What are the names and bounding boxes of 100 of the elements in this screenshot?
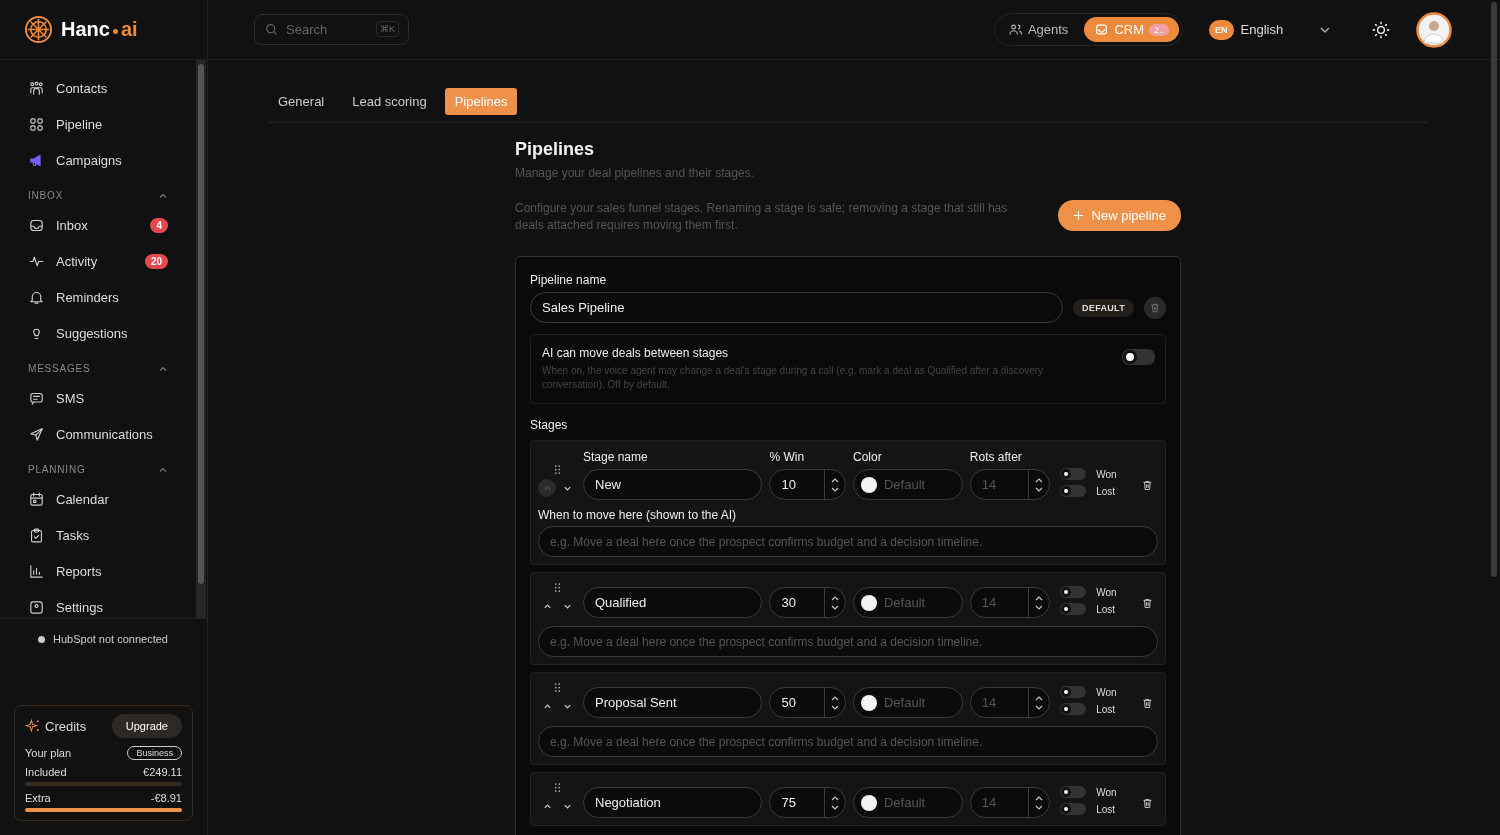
field-label: Pipeline name — [530, 273, 608, 287]
sidebar-item[interactable]: Suggestions — [20, 315, 196, 351]
search-icon — [265, 23, 278, 36]
status-dot — [38, 635, 45, 643]
credit-amount: -€8.91 — [150, 792, 182, 804]
won-toggle[interactable] — [1060, 686, 1087, 698]
section-heading: MESSAGES — [28, 363, 91, 374]
sidebar-item[interactable]: Inbox 4 — [20, 207, 196, 243]
count-badge: 4 — [150, 217, 168, 233]
logo-icon — [24, 15, 53, 44]
contacts-icon — [28, 79, 45, 97]
count-badge: 2.. — [1149, 23, 1169, 36]
toggle-label: Lost — [1096, 485, 1117, 497]
toggle-label: Lost — [1096, 603, 1117, 615]
delete-button[interactable] — [1144, 296, 1166, 319]
page-title: Pipelines — [515, 139, 596, 160]
sidebar-item[interactable]: Pipeline — [20, 106, 196, 142]
avatar[interactable] — [1416, 11, 1452, 48]
stage-name-field[interactable]: Negotiation — [583, 787, 763, 818]
lost-toggle[interactable] — [1060, 603, 1087, 615]
section-heading: PLANNING — [28, 464, 86, 475]
column-label: Rots after — [969, 450, 1023, 464]
lost-toggle[interactable] — [1060, 485, 1087, 497]
won-toggle[interactable] — [1060, 786, 1087, 798]
scrollbar[interactable] — [196, 60, 206, 618]
lost-toggle[interactable] — [1060, 803, 1087, 815]
stage-name-field[interactable]: Proposal Sent — [583, 687, 763, 718]
drag-handle-icon[interactable] — [553, 682, 561, 693]
criteria-field[interactable]: e.g. Move a deal here once the prospect confirms budget and a decision timeline. — [538, 726, 1158, 757]
credit-label: Included — [25, 766, 67, 778]
sidebar-item[interactable]: Communications — [20, 416, 196, 452]
win-percent-field[interactable]: 75 — [769, 787, 846, 818]
credits-title: Credits — [45, 718, 88, 734]
toggle-label: Lost — [1096, 703, 1117, 715]
theme-toggle-icon[interactable] — [1371, 19, 1391, 40]
criteria-field[interactable]: e.g. Move a deal here once the prospect confirms budget and a decision timeline. — [538, 626, 1158, 657]
column-label: % Win — [769, 450, 806, 464]
brand-name: Hanc ai — [61, 18, 138, 41]
won-toggle[interactable] — [1060, 468, 1087, 480]
default-badge: DEFAULT — [1073, 298, 1134, 317]
page-description: Configure your sales funnel stages. Renaming a stage is safe; removing a stage that still has deals attached requires moving them first. — [515, 200, 1009, 234]
sidebar-item[interactable]: Reports — [20, 553, 196, 589]
delete-icon[interactable] — [1141, 797, 1154, 810]
sidebar-item[interactable]: Reminders — [20, 279, 196, 315]
integration-status: HubSpot not connected — [53, 633, 168, 645]
sidebar-item[interactable]: Activity 20 — [20, 243, 196, 279]
delete-icon[interactable] — [1141, 697, 1154, 710]
stage-name-field[interactable]: Qualified — [583, 587, 763, 618]
win-percent-field[interactable]: 30 — [769, 587, 846, 618]
page-subtitle: Manage your deal pipelines and their stages. — [515, 166, 755, 180]
delete-icon[interactable] — [1141, 597, 1154, 610]
plus-icon — [1072, 210, 1084, 221]
sidebar-item[interactable]: Settings — [20, 589, 196, 618]
criteria-field[interactable]: e.g. Move a deal here once the prospect confirms budget and a decision timeline. — [538, 526, 1158, 557]
sparkle-icon — [25, 718, 41, 734]
column-label: Stage name — [583, 450, 649, 464]
plan-label: Your plan — [25, 747, 72, 759]
toggle-label: Won — [1096, 786, 1118, 798]
drag-handle-icon[interactable] — [553, 782, 561, 793]
sidebar-item[interactable]: Tasks — [20, 517, 196, 553]
section-label: Stages — [530, 418, 569, 432]
trash-icon — [1149, 301, 1161, 314]
calendar-icon — [28, 490, 45, 508]
sidebar-item[interactable]: Campaigns — [20, 142, 196, 178]
toggle-label: Lost — [1096, 803, 1117, 815]
toggle-label: Won — [1096, 468, 1118, 480]
lost-toggle[interactable] — [1060, 703, 1087, 715]
stage-name-field[interactable]: New — [583, 469, 763, 500]
language-select[interactable]: EN English — [1209, 19, 1331, 40]
sidebar-item[interactable]: SMS — [20, 380, 196, 416]
users-icon — [1007, 22, 1023, 37]
settings-tab[interactable]: General — [268, 88, 335, 115]
bar-chart-icon — [28, 562, 45, 580]
column-label: Color — [853, 450, 883, 464]
upgrade-button[interactable]: Upgrade — [111, 714, 182, 738]
credit-label: Extra — [25, 792, 51, 804]
credit-amount: €249.11 — [143, 766, 182, 778]
count-badge: 20 — [144, 253, 168, 269]
setting-title: AI can move deals between stages — [542, 346, 730, 360]
shortcut-key: ⌘K — [376, 21, 399, 37]
clipboard-icon — [28, 526, 45, 544]
field-label: When to move here (shown to the AI) — [538, 508, 738, 522]
win-percent-field[interactable]: 10 — [769, 469, 846, 500]
send-icon — [28, 425, 45, 443]
win-percent-field[interactable]: 50 — [769, 687, 846, 718]
pipeline-name-field[interactable]: Sales Pipeline — [530, 292, 1064, 323]
won-toggle[interactable] — [1060, 586, 1087, 598]
drag-handle-icon[interactable] — [553, 464, 561, 475]
settings-tab[interactable]: Lead scoring — [342, 88, 437, 115]
inbox-icon — [1094, 22, 1110, 37]
toggle-label: Won — [1096, 686, 1118, 698]
delete-icon[interactable] — [1141, 479, 1154, 492]
sidebar-item[interactable]: Calendar — [20, 481, 196, 517]
switcher-tab[interactable]: Agents — [997, 17, 1079, 42]
settings-icon — [28, 598, 45, 616]
toggle-switch[interactable] — [1122, 349, 1155, 365]
toggle-label: Won — [1096, 586, 1118, 598]
drag-handle-icon[interactable] — [553, 582, 561, 593]
sidebar-item[interactable]: Contacts — [20, 70, 196, 106]
section-heading: INBOX — [28, 190, 64, 201]
